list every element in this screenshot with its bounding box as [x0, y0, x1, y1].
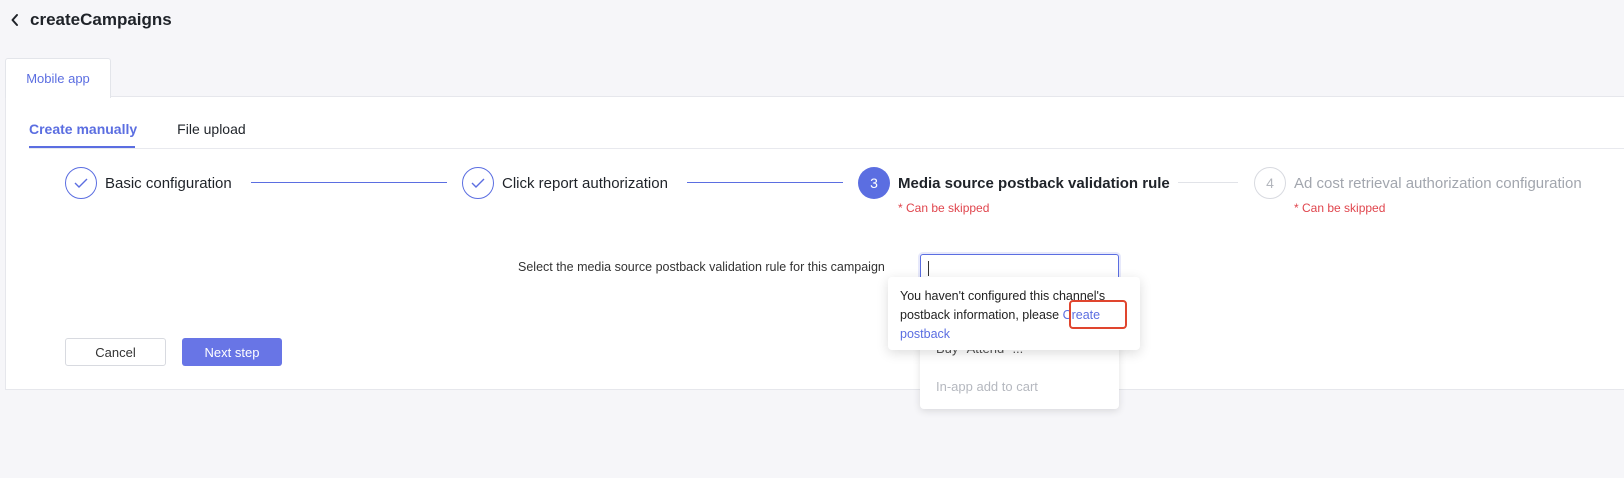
next-step-button[interactable]: Next step [182, 338, 282, 366]
step-title: Ad cost retrieval authorization configur… [1294, 174, 1582, 192]
step-connector [1178, 182, 1238, 183]
skip-note: * Can be skipped [1294, 201, 1386, 215]
step-ad-cost-retrieval: 4 Ad cost retrieval authorization config… [1254, 167, 1582, 199]
skip-note: * Can be skipped [898, 201, 990, 215]
cancel-button[interactable]: Cancel [65, 338, 166, 366]
chevron-left-icon[interactable] [8, 10, 22, 30]
page-title: createCampaigns [30, 10, 172, 29]
step-connector [687, 182, 843, 183]
text-caret [928, 261, 929, 276]
tab-file-upload[interactable]: File upload [177, 121, 246, 149]
step-title: Media source postback validation rule [898, 174, 1170, 192]
step-number: 3 [858, 167, 890, 199]
step-basic-configuration: Basic configuration [65, 167, 232, 199]
page-header: createCampaigns [8, 10, 172, 30]
check-icon [65, 167, 97, 199]
tab-divider [29, 148, 1624, 149]
tab-mobile-app[interactable]: Mobile app [5, 58, 111, 98]
check-icon [462, 167, 494, 199]
step-media-source-postback: 3 Media source postback validation rule [858, 167, 1170, 199]
postback-popover: You haven't configured this channel's po… [888, 277, 1140, 350]
step-number: 4 [1254, 167, 1286, 199]
step-title: Basic configuration [105, 174, 232, 192]
step-title: Click report authorization [502, 174, 668, 192]
dropdown-option[interactable]: In-app add to cart [936, 379, 1038, 394]
sub-tab-bar: Create manually File upload [29, 121, 246, 149]
step-click-report-authorization: Click report authorization [462, 167, 668, 199]
tab-create-manually[interactable]: Create manually [29, 121, 137, 149]
step-connector [251, 182, 447, 183]
validation-rule-label: Select the media source postback validat… [518, 260, 885, 274]
